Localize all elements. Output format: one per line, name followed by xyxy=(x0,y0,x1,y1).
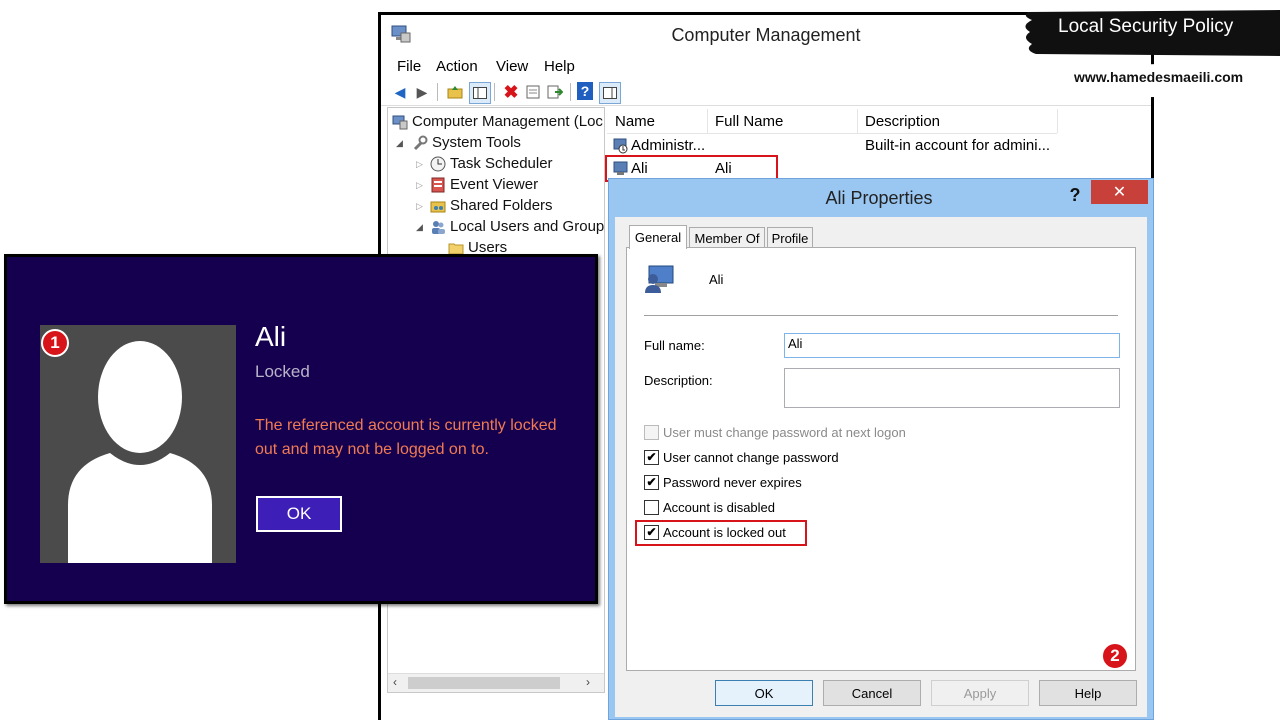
column-divider[interactable] xyxy=(1057,109,1058,133)
tree-label: Event Viewer xyxy=(450,176,539,193)
locked-account-screen: 1 Ali Locked The referenced account is c… xyxy=(4,254,598,604)
tab-member-of[interactable]: Member Of xyxy=(689,227,765,249)
shared-folder-icon xyxy=(430,201,446,213)
lock-ok-button[interactable]: OK xyxy=(256,496,342,532)
column-header-name[interactable]: Name xyxy=(615,113,655,130)
user-account-icon xyxy=(613,138,628,154)
back-arrow-icon[interactable]: ◀ xyxy=(390,82,410,102)
collapsed-arrow-icon[interactable]: ▷ xyxy=(416,175,423,195)
column-header-description[interactable]: Description xyxy=(865,113,940,130)
checkbox-box-checked[interactable]: ✔ xyxy=(644,450,659,465)
menu-action[interactable]: Action xyxy=(436,58,478,75)
checkbox-box-checked[interactable]: ✔ xyxy=(644,475,659,490)
expanded-arrow-icon[interactable]: ◢ xyxy=(416,217,423,237)
apply-button[interactable]: Apply xyxy=(931,680,1029,706)
tree-label: Local Users and Group xyxy=(450,218,605,235)
toolbar: ◀ ▶ ✖ ? xyxy=(381,79,1151,106)
tree-label: Shared Folders xyxy=(450,197,553,214)
properties-icon[interactable] xyxy=(523,82,543,102)
scrollbar-thumb[interactable] xyxy=(408,677,560,689)
general-tab-panel: Ali Full name: Ali Description: User mus… xyxy=(626,247,1136,671)
menu-bar: File Action View Help xyxy=(381,55,1151,79)
ok-button[interactable]: OK xyxy=(715,680,813,706)
banner-title: Local Security Policy xyxy=(1058,16,1234,37)
lock-user-name: Ali xyxy=(255,321,287,352)
column-divider[interactable] xyxy=(857,109,858,133)
menu-file[interactable]: File xyxy=(397,58,421,75)
cell-name: Administr... xyxy=(631,137,706,154)
separator-line xyxy=(644,315,1118,316)
lock-status: Locked xyxy=(255,362,310,381)
close-icon[interactable]: ✕ xyxy=(1091,180,1148,204)
users-group-icon xyxy=(432,221,445,234)
scroll-left-icon[interactable]: ‹ xyxy=(393,675,397,689)
step-badge-2: 2 xyxy=(1101,642,1129,670)
user-avatar xyxy=(40,325,236,563)
show-hide-console-tree-icon[interactable] xyxy=(469,82,491,104)
forward-arrow-icon[interactable]: ▶ xyxy=(412,82,432,102)
scroll-right-icon[interactable]: › xyxy=(586,675,590,689)
menu-help[interactable]: Help xyxy=(544,58,575,75)
dialog-body: General Member Of Profile Ali Full name:… xyxy=(615,217,1147,717)
description-label: Description: xyxy=(644,373,713,388)
description-field[interactable] xyxy=(784,368,1120,408)
toolbar-separator xyxy=(570,83,571,101)
ali-properties-dialog: Ali Properties ? ✕ General Member Of Pro… xyxy=(608,178,1154,720)
cancel-button[interactable]: Cancel xyxy=(823,680,921,706)
tree-label: Task Scheduler xyxy=(450,155,553,172)
tab-profile[interactable]: Profile xyxy=(767,227,813,249)
user-silhouette-icon xyxy=(68,341,212,563)
export-list-icon[interactable] xyxy=(545,82,565,102)
expanded-arrow-icon[interactable]: ◢ xyxy=(396,133,403,153)
clock-icon xyxy=(430,156,446,172)
computer-management-icon xyxy=(392,115,408,130)
checkbox-box[interactable] xyxy=(644,425,659,440)
full-name-label: Full name: xyxy=(644,338,705,353)
show-action-pane-icon[interactable] xyxy=(599,82,621,104)
delete-icon[interactable]: ✖ xyxy=(501,82,521,102)
cell-description: Built-in account for admini... xyxy=(865,137,1051,154)
website-url: www.hamedesmaeili.com xyxy=(1074,69,1244,85)
tree-label: System Tools xyxy=(432,134,521,151)
step-badge-1: 1 xyxy=(41,329,69,357)
tree-label: Computer Management (Loc xyxy=(412,113,603,130)
collapsed-arrow-icon[interactable]: ▷ xyxy=(416,154,423,174)
menu-view[interactable]: View xyxy=(496,58,528,75)
toolbar-separator xyxy=(494,83,495,101)
lock-error-message: The referenced account is currently lock… xyxy=(255,417,557,458)
system-tools-icon xyxy=(413,135,428,151)
list-header: Name Full Name Description xyxy=(607,109,1058,134)
collapsed-arrow-icon[interactable]: ▷ xyxy=(416,196,423,216)
toolbar-separator xyxy=(437,83,438,101)
help-button[interactable]: Help xyxy=(1039,680,1137,706)
tab-general[interactable]: General xyxy=(629,225,687,249)
horizontal-scrollbar[interactable]: ‹ › xyxy=(388,673,604,692)
full-name-field[interactable]: Ali xyxy=(784,333,1120,358)
up-folder-icon[interactable] xyxy=(445,82,465,102)
highlight-account-locked-out xyxy=(635,520,807,546)
checkbox-box[interactable] xyxy=(644,500,659,515)
event-viewer-icon xyxy=(431,177,445,193)
list-row-administrator[interactable]: Administr... Built-in account for admini… xyxy=(607,135,1057,157)
help-icon[interactable]: ? xyxy=(577,82,593,100)
account-name: Ali xyxy=(709,272,724,287)
column-divider[interactable] xyxy=(707,109,708,133)
user-account-icon xyxy=(645,265,674,293)
column-header-full-name[interactable]: Full Name xyxy=(715,113,783,130)
help-question-icon[interactable]: ? xyxy=(1063,181,1087,209)
